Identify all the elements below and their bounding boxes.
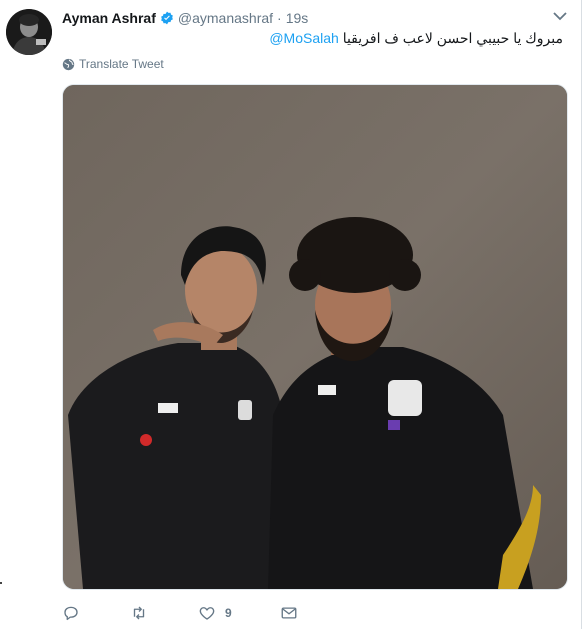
tweet-body-text: مبروك يا حبيبي احسن لاعب ف افريقيا xyxy=(342,30,563,46)
retweet-button[interactable] xyxy=(130,604,198,622)
separator-dot: · xyxy=(277,10,282,26)
chevron-down-icon[interactable] xyxy=(553,11,567,21)
author-name[interactable]: Ayman Ashraf xyxy=(62,10,156,26)
heart-icon xyxy=(199,607,215,620)
like-button[interactable]: 9 xyxy=(198,604,280,622)
direct-message-button[interactable] xyxy=(280,604,320,622)
tweet-timestamp[interactable]: 19s xyxy=(286,10,309,26)
verified-badge-icon xyxy=(161,11,173,25)
mention-link[interactable]: @MoSalah xyxy=(269,30,338,46)
globe-icon xyxy=(62,58,75,70)
edge-artifact xyxy=(0,582,2,584)
tweet-actions: 9 xyxy=(62,602,320,624)
translate-label: Translate Tweet xyxy=(79,57,164,71)
tweet-text: مبروك يا حبيبي احسن لاعب ف افريقيا @MoSa… xyxy=(269,30,563,47)
translate-tweet-link[interactable]: Translate Tweet xyxy=(62,57,164,71)
like-count: 9 xyxy=(225,606,232,620)
tweet-card[interactable]: Ayman Ashraf @aymanashraf · 19s مبروك يا… xyxy=(0,0,582,629)
author-handle[interactable]: @aymanashraf xyxy=(178,10,273,26)
reply-button[interactable] xyxy=(62,604,130,622)
tweet-photo[interactable] xyxy=(62,84,568,590)
reply-icon xyxy=(64,606,78,621)
photo-image xyxy=(63,85,567,589)
avatar[interactable] xyxy=(6,9,52,55)
retweet-icon xyxy=(133,606,145,620)
envelope-icon xyxy=(281,607,297,619)
tweet-header: Ayman Ashraf @aymanashraf · 19s xyxy=(62,9,308,27)
